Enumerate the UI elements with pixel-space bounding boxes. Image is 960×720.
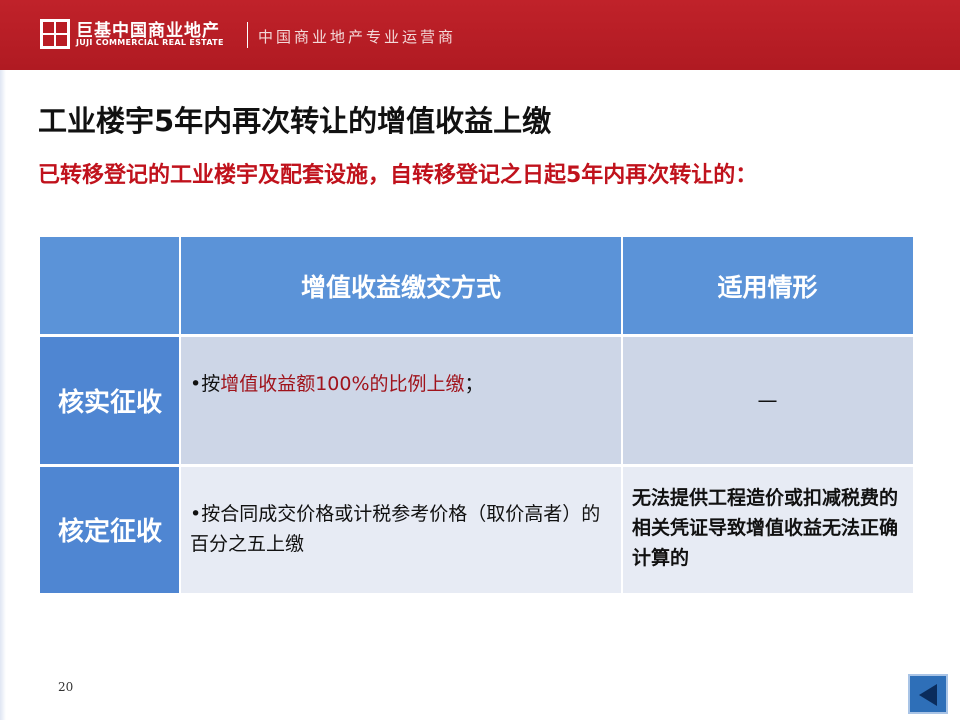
- table-header-empty: [40, 237, 180, 335]
- method-text: •按合同成交价格或计税参考价格（取价高者）的百分之五上缴: [190, 503, 601, 555]
- table-header-method: 增值收益缴交方式: [180, 237, 622, 335]
- table-header-situation: 适用情形: [622, 237, 913, 335]
- table-divider: [40, 334, 913, 337]
- table-divider: [179, 237, 181, 593]
- left-edge-strip: [0, 0, 6, 720]
- table-cell-method: •按合同成交价格或计税参考价格（取价高者）的百分之五上缴: [180, 465, 622, 593]
- table-divider: [40, 464, 913, 467]
- triangle-left-icon: [919, 684, 937, 706]
- header-bar: 巨基中国商业地产 JUJI COMMERCIAL REAL ESTATE 中国商…: [0, 0, 960, 70]
- situation-text: 无法提供工程造价或扣减税费的相关凭证导致增值收益无法正确计算的: [632, 487, 899, 569]
- method-text: •按增值收益额100%的比例上缴；: [190, 373, 484, 395]
- table-divider: [621, 237, 623, 593]
- table-row-label: 核实征收: [40, 335, 180, 465]
- company-logo-icon: [40, 19, 70, 49]
- header-divider: [247, 22, 248, 48]
- method-highlight: 增值收益额100%的比例上缴: [220, 373, 465, 395]
- table-cell-situation: —: [622, 335, 913, 465]
- previous-slide-button[interactable]: [908, 674, 948, 714]
- company-slogan: 中国商业地产专业运营商: [258, 28, 457, 46]
- page-title: 工业楼宇5年内再次转让的增值收益上缴: [38, 104, 552, 138]
- info-table: 增值收益缴交方式 适用情形 核实征收 •按增值收益额100%的比例上缴； — 核…: [40, 237, 913, 593]
- table-cell-situation: 无法提供工程造价或扣减税费的相关凭证导致增值收益无法正确计算的: [622, 465, 913, 593]
- page-subtitle: 已转移登记的工业楼宇及配套设施，自转移登记之日起5年内再次转让的：: [38, 163, 758, 188]
- table-row-label: 核定征收: [40, 465, 180, 593]
- page-number: 20: [58, 680, 74, 694]
- company-name-en: JUJI COMMERCIAL REAL ESTATE: [76, 38, 224, 47]
- table-cell-method: •按增值收益额100%的比例上缴；: [180, 335, 622, 465]
